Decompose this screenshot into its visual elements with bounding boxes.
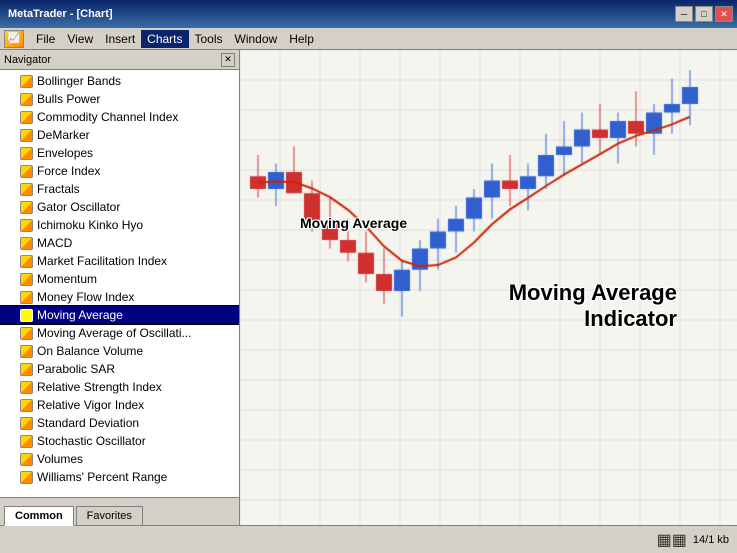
nav-item-label: Volumes	[37, 452, 83, 466]
indicator-icon	[20, 381, 33, 394]
indicator-icon	[20, 183, 33, 196]
nav-item[interactable]: On Balance Volume	[0, 342, 239, 360]
chart-moving-average-label: Moving Average	[300, 215, 407, 231]
indicator-icon	[20, 165, 33, 178]
indicator-icon	[20, 219, 33, 232]
close-button[interactable]: ✕	[715, 6, 733, 22]
nav-item[interactable]: Commodity Channel Index	[0, 108, 239, 126]
menu-insert[interactable]: Insert	[99, 30, 141, 48]
indicator-icon	[20, 255, 33, 268]
nav-item[interactable]: MACD	[0, 234, 239, 252]
nav-item-label: MACD	[37, 236, 72, 250]
indicator-icon	[20, 327, 33, 340]
indicator-icon	[20, 201, 33, 214]
indicator-icon	[20, 435, 33, 448]
indicator-icon	[20, 417, 33, 430]
navigator-tabs: Common Favorites	[0, 497, 239, 525]
status-bar: ▦▦ 14/1 kb	[0, 525, 737, 553]
nav-item-label: Relative Vigor Index	[37, 398, 144, 412]
nav-item-label: Standard Deviation	[37, 416, 139, 430]
indicator-icon	[20, 453, 33, 466]
navigator-header: Navigator ✕	[0, 50, 239, 70]
nav-item[interactable]: Fractals	[0, 180, 239, 198]
navigator-list[interactable]: Bollinger Bands Bulls Power Commodity Chan…	[0, 70, 239, 497]
menu-bar: 📈 File View Insert Charts Tools Window H…	[0, 28, 737, 50]
nav-item[interactable]: Standard Deviation	[0, 414, 239, 432]
indicator-icon	[20, 147, 33, 160]
nav-item[interactable]: Moving Average	[0, 306, 239, 324]
nav-item[interactable]: Relative Strength Index	[0, 378, 239, 396]
indicator-icon	[20, 399, 33, 412]
nav-item-label: Ichimoku Kinko Hyo	[37, 218, 143, 232]
tab-favorites[interactable]: Favorites	[76, 506, 143, 525]
nav-item[interactable]: Ichimoku Kinko Hyo	[0, 216, 239, 234]
nav-item[interactable]: Parabolic SAR	[0, 360, 239, 378]
nav-item-label: Money Flow Index	[37, 290, 134, 304]
menu-charts[interactable]: Charts	[141, 30, 188, 48]
indicator-icon	[20, 237, 33, 250]
nav-item[interactable]: Bulls Power	[0, 90, 239, 108]
nav-item[interactable]: Relative Vigor Index	[0, 396, 239, 414]
indicator-icon	[20, 345, 33, 358]
nav-item[interactable]: Volumes	[0, 450, 239, 468]
status-size: 14/1 kb	[693, 534, 729, 546]
nav-item-label: Bollinger Bands	[37, 74, 121, 88]
indicator-icon	[20, 309, 33, 322]
nav-item[interactable]: Gator Oscillator	[0, 198, 239, 216]
nav-item-label: Gator Oscillator	[37, 200, 120, 214]
nav-item-label: Relative Strength Index	[37, 380, 162, 394]
title-bar: MetaTrader - [Chart] ─ □ ✕	[0, 0, 737, 28]
indicator-icon	[20, 363, 33, 376]
tab-common[interactable]: Common	[4, 506, 74, 526]
nav-item-label: Stochastic Oscillator	[37, 434, 146, 448]
menu-view[interactable]: View	[61, 30, 99, 48]
nav-item[interactable]: Momentum	[0, 270, 239, 288]
menu-file[interactable]: File	[30, 30, 61, 48]
navigator-title: Navigator	[4, 54, 51, 66]
menu-tools[interactable]: Tools	[189, 30, 229, 48]
navigator-close-button[interactable]: ✕	[221, 53, 235, 67]
nav-item-label: Momentum	[37, 272, 97, 286]
nav-item-label: Williams' Percent Range	[37, 470, 167, 484]
nav-item-label: Moving Average of Oscillati...	[37, 326, 192, 340]
nav-item-label: Moving Average	[37, 308, 123, 322]
indicator-icon	[20, 75, 33, 88]
app-icon: 📈	[4, 30, 24, 48]
nav-item-label: Envelopes	[37, 146, 93, 160]
maximize-button[interactable]: □	[695, 6, 713, 22]
nav-item-label: Force Index	[37, 164, 100, 178]
nav-item-label: Parabolic SAR	[37, 362, 115, 376]
window-title: MetaTrader - [Chart]	[8, 8, 113, 20]
nav-item-label: Commodity Channel Index	[37, 110, 178, 124]
indicator-icon	[20, 129, 33, 142]
navigator-panel: Navigator ✕ Bollinger Bands Bulls Power Co…	[0, 50, 240, 525]
nav-item[interactable]: Stochastic Oscillator	[0, 432, 239, 450]
minimize-button[interactable]: ─	[675, 6, 693, 22]
nav-item[interactable]: DeMarker	[0, 126, 239, 144]
indicator-icon	[20, 471, 33, 484]
nav-item[interactable]: Money Flow Index	[0, 288, 239, 306]
nav-item[interactable]: Bollinger Bands	[0, 72, 239, 90]
nav-item-label: Market Facilitation Index	[37, 254, 167, 268]
window-controls: ─ □ ✕	[675, 6, 733, 22]
nav-item[interactable]: Force Index	[0, 162, 239, 180]
nav-item-label: Bulls Power	[37, 92, 100, 106]
main-area: Navigator ✕ Bollinger Bands Bulls Power Co…	[0, 50, 737, 525]
nav-item[interactable]: Moving Average of Oscillati...	[0, 324, 239, 342]
chart-indicator-label: Moving Average Indicator	[509, 280, 677, 332]
nav-item[interactable]: Envelopes	[0, 144, 239, 162]
nav-item-label: DeMarker	[37, 128, 90, 142]
nav-item-label: Fractals	[37, 182, 80, 196]
menu-window[interactable]: Window	[229, 30, 284, 48]
indicator-icon	[20, 93, 33, 106]
nav-item[interactable]: Market Facilitation Index	[0, 252, 239, 270]
menu-help[interactable]: Help	[283, 30, 320, 48]
indicator-icon	[20, 273, 33, 286]
nav-item-label: On Balance Volume	[37, 344, 143, 358]
indicator-icon	[20, 291, 33, 304]
nav-item[interactable]: Williams' Percent Range	[0, 468, 239, 486]
status-icon: ▦▦	[657, 530, 687, 550]
chart-area[interactable]: Moving Average Moving Average Indicator	[240, 50, 737, 525]
indicator-icon	[20, 111, 33, 124]
